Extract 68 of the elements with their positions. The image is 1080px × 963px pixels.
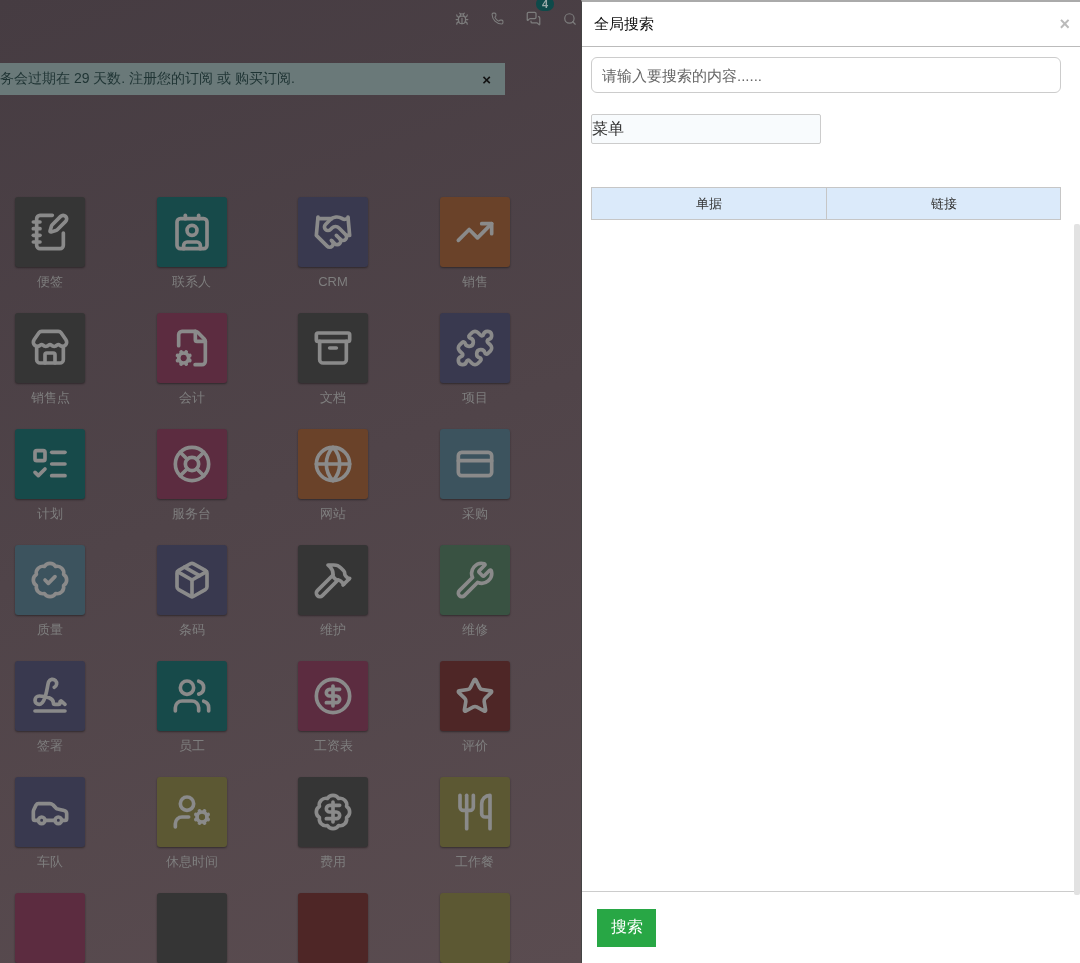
app-label[interactable]: CRM	[318, 273, 348, 291]
star-icon	[454, 676, 495, 716]
app-tile[interactable]	[156, 777, 227, 847]
app-tile[interactable]	[156, 429, 227, 499]
search-button[interactable]: 搜索	[597, 908, 656, 947]
app-tile[interactable]	[439, 313, 510, 383]
banner-text: 务会过期在 29 天数. 注册您的订阅 或 购买订阅.	[0, 70, 295, 89]
app-tile[interactable]	[298, 893, 368, 963]
lifebuoy-icon	[171, 444, 212, 484]
close-button[interactable]: ×	[1059, 13, 1070, 35]
badge-check-icon	[30, 560, 70, 600]
app-tile[interactable]	[439, 777, 510, 847]
search-field[interactable]: 请输入要搜索的内容......	[591, 57, 1061, 93]
store-icon	[30, 328, 70, 368]
app-label[interactable]: 计划	[37, 505, 63, 523]
app-tile[interactable]	[298, 429, 368, 499]
app-label[interactable]: 条码	[178, 621, 205, 639]
app-label[interactable]: 会计	[178, 389, 205, 407]
app-tile[interactable]	[15, 893, 85, 963]
app-tile[interactable]	[15, 313, 85, 383]
app-tile[interactable]	[298, 313, 368, 383]
app-tile[interactable]	[15, 545, 85, 615]
app-tile[interactable]	[15, 777, 85, 847]
phone-icon[interactable]	[491, 12, 504, 26]
app-tile[interactable]	[439, 893, 510, 963]
app-tile[interactable]	[15, 661, 85, 731]
bug-icon[interactable]	[455, 11, 469, 26]
app-tile[interactable]	[439, 545, 510, 615]
app-tile[interactable]	[156, 545, 227, 615]
close-button[interactable]: ×	[482, 70, 491, 88]
app-tile[interactable]	[439, 661, 510, 731]
column-header: 链接	[826, 188, 1060, 219]
wrench-icon	[454, 560, 495, 600]
category-field[interactable]: 菜单	[591, 114, 821, 144]
user-gear-icon	[171, 792, 212, 832]
panel-title: 全局搜索	[594, 14, 654, 34]
dollar-icon	[313, 676, 353, 716]
app-tile[interactable]	[298, 545, 368, 615]
app-tile[interactable]	[439, 429, 510, 499]
signature-icon	[30, 676, 70, 716]
app-tile[interactable]	[156, 313, 227, 383]
app-label[interactable]: 销售	[461, 273, 488, 291]
app-label[interactable]: 便签	[37, 273, 63, 291]
archive-icon	[313, 328, 353, 368]
group-icon	[171, 676, 212, 716]
app-label[interactable]: 文档	[320, 389, 346, 407]
app-tile[interactable]	[298, 661, 368, 731]
app-tile[interactable]	[156, 661, 227, 731]
app-tile[interactable]	[15, 429, 85, 499]
globe-icon	[313, 444, 353, 484]
hammer-icon	[313, 560, 353, 600]
column-header: 单据	[695, 194, 723, 213]
dollar-badge-icon	[313, 792, 353, 832]
handshake-icon	[313, 212, 353, 252]
message-count-badge: 4	[536, 0, 555, 12]
puzzle-icon	[454, 328, 495, 368]
chat-icon[interactable]	[526, 11, 541, 27]
app-label[interactable]: 联系人	[172, 273, 211, 291]
app-label[interactable]: 网站	[320, 505, 346, 523]
app-tile[interactable]	[156, 893, 227, 963]
search-icon[interactable]	[563, 11, 577, 26]
app-tile[interactable]	[298, 777, 368, 847]
scrollbar[interactable]	[1074, 224, 1080, 895]
app-tile[interactable]	[156, 197, 227, 267]
app-tile[interactable]	[15, 197, 85, 267]
app-tile[interactable]	[439, 197, 510, 267]
notepad-icon	[30, 212, 70, 252]
app-tile[interactable]	[298, 197, 368, 267]
